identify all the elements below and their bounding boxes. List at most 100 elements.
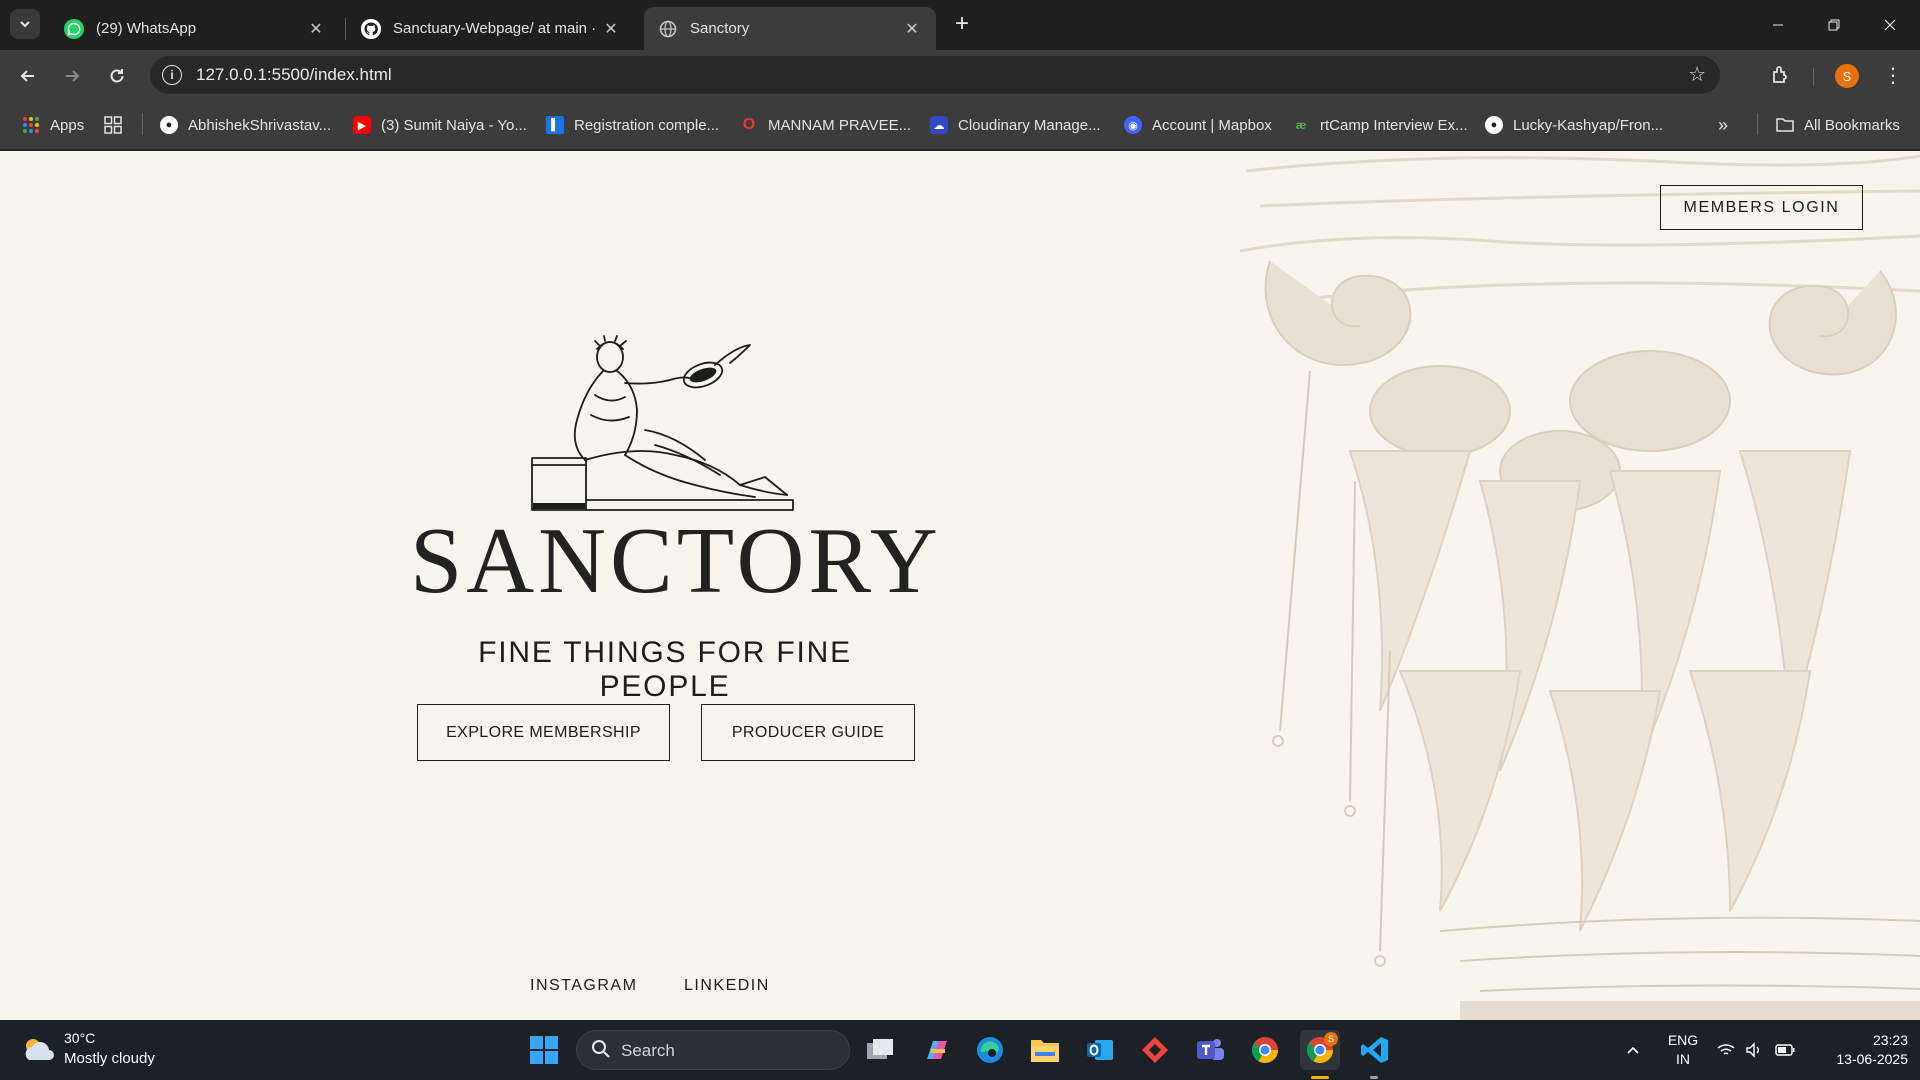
tab-search-button[interactable]	[10, 9, 40, 39]
bookmark-github-lucky[interactable]: ● Lucky-Kashyap/Fron...	[1485, 113, 1663, 137]
url-text[interactable]: 127.0.0.1:5500/index.html	[196, 65, 392, 85]
task-view-icon	[867, 1039, 893, 1059]
bookmarks-bar: Apps ● AbhishekShrivastav... ▶ (3) Sumit…	[0, 100, 1920, 150]
taskbar-search[interactable]: Search	[576, 1030, 850, 1070]
reload-button[interactable]	[101, 60, 133, 92]
address-bar[interactable]: i 127.0.0.1:5500/index.html ☆	[150, 56, 1720, 94]
form-icon: ▌	[546, 116, 564, 134]
bookmark-registration[interactable]: ▌ Registration comple...	[546, 113, 719, 137]
windows-logo-icon	[530, 1036, 558, 1064]
tab-divider	[345, 18, 346, 40]
chrome-icon	[1251, 1037, 1279, 1064]
bookmark-label: (3) Sumit Naiya - Yo...	[381, 116, 527, 134]
toolbar-divider	[1813, 68, 1814, 86]
bookmark-cloudinary[interactable]: ☁ Cloudinary Manage...	[930, 113, 1101, 137]
wifi-icon[interactable]	[1715, 1020, 1737, 1080]
opera-icon: O	[742, 116, 756, 133]
linkedin-link[interactable]: LINKEDIN	[684, 977, 770, 995]
tab-groups-button[interactable]	[104, 113, 122, 137]
github-icon	[361, 18, 381, 39]
brand-wordmark: SANCTORY	[410, 509, 942, 613]
tab-whatsapp[interactable]: (29) WhatsApp ✕	[50, 7, 340, 50]
members-login-button[interactable]: MEMBERS LOGIN	[1660, 185, 1863, 230]
task-view-button[interactable]	[860, 1030, 900, 1070]
forward-button[interactable]	[56, 60, 88, 92]
bookmark-label: MANNAM PRAVEE...	[768, 116, 912, 134]
start-button[interactable]	[524, 1030, 564, 1070]
close-icon[interactable]: ✕	[902, 19, 922, 39]
profile-avatar[interactable]: S	[1835, 64, 1859, 88]
chevron-double-right-icon: »	[1718, 114, 1729, 135]
bookmark-label: Cloudinary Manage...	[958, 116, 1101, 134]
minimize-button[interactable]	[1750, 0, 1806, 50]
tab-title: Sanctory	[690, 20, 750, 37]
close-icon	[1884, 19, 1896, 31]
weather-cloudy-icon[interactable]	[20, 1032, 56, 1068]
whatsapp-icon	[64, 18, 84, 39]
tab-github[interactable]: Sanctuary-Webpage/ at main · ✕	[347, 7, 635, 50]
bookmark-youtube[interactable]: ▶ (3) Sumit Naiya - Yo...	[353, 113, 527, 137]
bookmark-apps[interactable]: Apps	[22, 113, 84, 137]
reload-icon	[110, 69, 124, 83]
vscode-button[interactable]	[1355, 1030, 1395, 1070]
chevron-up-icon	[1627, 1046, 1639, 1054]
bookmark-mannam[interactable]: O MANNAM PRAVEE...	[740, 113, 911, 137]
close-icon[interactable]: ✕	[306, 19, 326, 39]
more-bookmarks-button[interactable]: »	[1718, 113, 1728, 137]
windows-taskbar: 30°C Mostly cloudy Search S ENG IN 23:23…	[0, 1020, 1920, 1080]
close-window-button[interactable]	[1862, 0, 1918, 50]
chrome-button[interactable]	[1245, 1030, 1285, 1070]
vscode-icon	[1361, 1037, 1388, 1063]
copilot-button[interactable]	[916, 1030, 956, 1070]
language-indicator[interactable]: ENG IN	[1665, 1031, 1701, 1069]
extensions-icon[interactable]	[1768, 62, 1794, 88]
all-bookmarks-button[interactable]: All Bookmarks	[1776, 113, 1900, 137]
tab-title: Sanctuary-Webpage/ at main ·	[393, 20, 597, 37]
tab-sanctory[interactable]: Sanctory ✕	[644, 7, 936, 50]
outlook-button[interactable]	[1080, 1030, 1120, 1070]
system-clock[interactable]: 23:23 13-06-2025	[1812, 1031, 1908, 1069]
browser-toolbar: i 127.0.0.1:5500/index.html ☆ S ⋮	[0, 50, 1920, 100]
anydesk-button[interactable]	[1135, 1030, 1175, 1070]
back-button[interactable]	[12, 60, 44, 92]
restore-button[interactable]	[1806, 0, 1862, 50]
bookmark-github-abhishek[interactable]: ● AbhishekShrivastav...	[160, 113, 331, 137]
column-capital-illustration	[1239, 154, 1920, 1020]
github-icon: ●	[160, 116, 178, 134]
active-app-indicator	[1311, 1076, 1329, 1079]
rtcamp-icon: æ	[1295, 118, 1307, 132]
language-code: ENG	[1667, 1032, 1699, 1048]
bookmark-label: Apps	[50, 116, 85, 134]
weather-temperature[interactable]: 30°C	[64, 1030, 95, 1046]
show-hidden-icons-button[interactable]	[1620, 1020, 1646, 1080]
battery-icon[interactable]	[1773, 1020, 1797, 1080]
bookmark-rtcamp[interactable]: æ rtCamp Interview Ex...	[1292, 113, 1468, 137]
tab-strip: (29) WhatsApp ✕ Sanctuary-Webpage/ at ma…	[0, 0, 1920, 50]
restore-icon	[1828, 19, 1840, 31]
explore-membership-button[interactable]: EXPLORE MEMBERSHIP	[417, 704, 670, 761]
bookmark-mapbox[interactable]: ◉ Account | Mapbox	[1124, 113, 1272, 137]
github-icon: ●	[1485, 116, 1503, 134]
teams-button[interactable]	[1190, 1030, 1230, 1070]
instagram-link[interactable]: INSTAGRAM	[530, 977, 637, 995]
tab-title: (29) WhatsApp	[96, 20, 197, 37]
file-explorer-button[interactable]	[1025, 1030, 1065, 1070]
globe-icon	[658, 19, 678, 39]
more-menu-icon[interactable]: ⋮	[1880, 60, 1906, 90]
youtube-icon: ▶	[353, 116, 371, 134]
producer-guide-button[interactable]: PRODUCER GUIDE	[701, 704, 915, 761]
chrome-profile-button[interactable]: S	[1300, 1030, 1340, 1070]
volume-icon[interactable]	[1743, 1020, 1765, 1080]
bookmark-label: Lucky-Kashyap/Fron...	[1513, 116, 1664, 134]
site-info-icon[interactable]: i	[162, 65, 182, 85]
new-tab-button[interactable]: +	[948, 10, 976, 38]
edge-button[interactable]	[970, 1030, 1010, 1070]
mapbox-icon: ◉	[1124, 116, 1142, 134]
anydesk-icon	[1142, 1037, 1168, 1063]
bookmark-label: All Bookmarks	[1804, 116, 1900, 134]
weather-description[interactable]: Mostly cloudy	[64, 1050, 155, 1067]
teams-icon	[1197, 1039, 1224, 1060]
minimize-icon	[1773, 24, 1783, 26]
bookmark-star-icon[interactable]: ☆	[1688, 62, 1706, 87]
close-icon[interactable]: ✕	[601, 19, 621, 39]
